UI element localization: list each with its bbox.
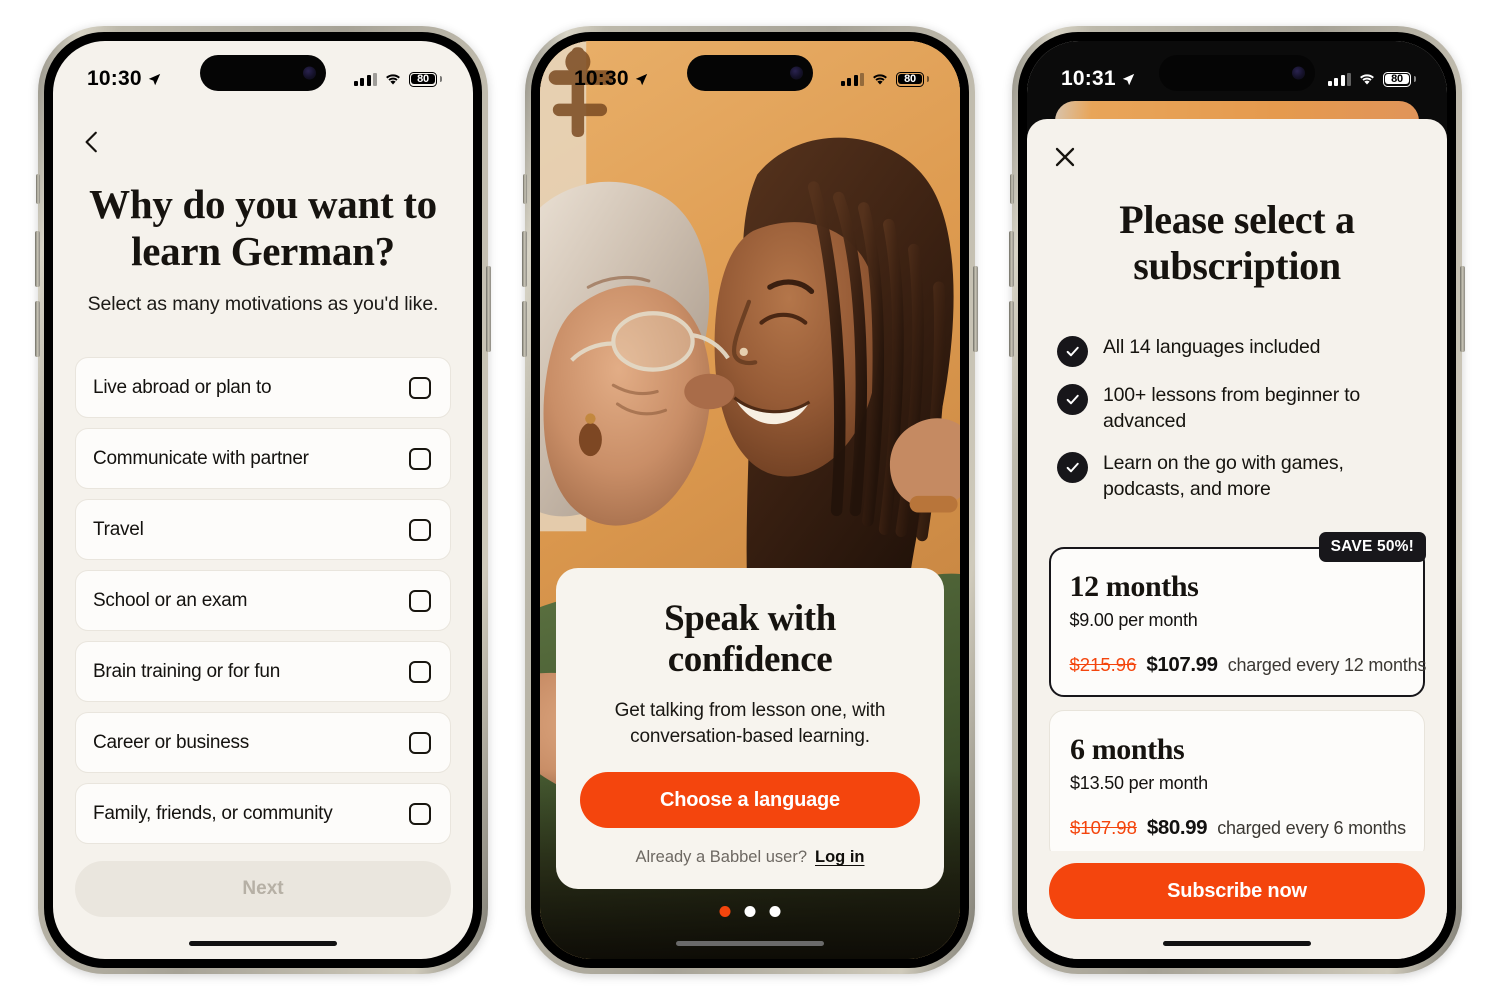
volume-up-button[interactable] — [35, 231, 40, 287]
plan-original-price: $215.96 — [1069, 653, 1137, 675]
plan-discounted-price: $80.99 — [1146, 816, 1208, 839]
benefit-label: All 14 languages included — [1103, 336, 1321, 358]
motivation-option[interactable]: Brain training or for fun — [75, 641, 451, 702]
pager-dot-2[interactable] — [744, 906, 756, 917]
subscription-sheet: Please select a subscription All 14 lang… — [1027, 119, 1447, 959]
screenshot-stage: 10:30 80 Why do you want to learn German… — [0, 0, 1500, 1000]
pager-dot-1[interactable] — [719, 906, 731, 917]
screen-paywall: 10:31 80 Please select a subscription Al… — [1027, 41, 1447, 959]
mute-switch[interactable] — [523, 174, 527, 204]
save-badge: SAVE 50%! — [1318, 532, 1426, 562]
page-title: Why do you want to learn German? — [89, 181, 437, 274]
page-title: Please select a subscription — [1119, 197, 1355, 289]
motivations-body: Why do you want to learn German? Select … — [53, 41, 473, 959]
phone-bezel: 10:30 — [44, 32, 482, 968]
motivation-option[interactable]: Family, friends, or community — [75, 783, 451, 844]
option-label: School or an exam — [93, 589, 248, 611]
option-label: Family, friends, or community — [93, 802, 333, 824]
hero-title: Speak with confidence — [664, 597, 836, 681]
plan-name: 6 months — [1070, 733, 1185, 766]
dynamic-island — [200, 55, 326, 91]
volume-up-button[interactable] — [522, 231, 527, 287]
plan-billing-note: charged every 6 months — [1217, 818, 1406, 838]
plan-price-row: $215.96 $107.99 charged every 12 months — [1069, 652, 1427, 677]
plan-price-row: $107.98 $80.99 charged every 6 months — [1070, 816, 1406, 840]
power-button[interactable] — [973, 266, 978, 352]
phone-mockup-paywall: 10:31 80 Please select a subscription Al… — [1009, 26, 1465, 974]
motivation-option[interactable]: Travel — [75, 499, 451, 560]
motivation-option[interactable]: Live abroad or plan to — [75, 357, 451, 418]
plan-billing-note: charged every 12 months — [1227, 654, 1427, 675]
pager-dot-3[interactable] — [769, 906, 781, 917]
screen-hero: 10:30 80 Speak with confidence Get talki… — [540, 41, 960, 959]
check-icon — [1057, 336, 1088, 367]
checkbox-icon[interactable] — [409, 376, 431, 399]
benefit-item: All 14 languages included — [1057, 335, 1423, 367]
chevron-left-icon[interactable] — [79, 129, 105, 155]
checkbox-icon[interactable] — [409, 802, 431, 825]
next-button[interactable]: Next — [75, 861, 451, 917]
power-button[interactable] — [486, 266, 491, 352]
plan-card-12-months[interactable]: SAVE 50%! 12 months $9.00 per month $215… — [1049, 532, 1427, 697]
check-icon — [1057, 451, 1088, 483]
close-icon[interactable] — [1053, 145, 1077, 169]
phone-bezel: 10:31 80 Please select a subscription Al… — [1018, 32, 1456, 968]
phone-mockup-hero: 10:30 80 Speak with confidence Get talki… — [522, 26, 978, 974]
plan-name: 12 months — [1069, 569, 1199, 603]
option-label: Live abroad or plan to — [93, 376, 272, 398]
option-label: Travel — [93, 518, 144, 540]
plan-list: SAVE 50%! 12 months $9.00 per month $215… — [1049, 532, 1427, 861]
volume-up-button[interactable] — [1009, 231, 1014, 287]
checkbox-icon[interactable] — [409, 731, 431, 754]
option-label: Career or business — [93, 731, 250, 753]
checkbox-icon[interactable] — [409, 518, 431, 541]
plan-discounted-price: $107.99 — [1146, 652, 1218, 676]
choose-language-button[interactable]: Choose a language — [580, 772, 920, 828]
home-indicator — [1163, 941, 1311, 946]
benefit-label: Learn on the go with games, podcasts, an… — [1103, 451, 1344, 500]
plan-monthly-price: $9.00 per month — [1069, 609, 1198, 630]
check-icon — [1057, 384, 1088, 415]
home-indicator — [676, 941, 824, 946]
plan-monthly-price: $13.50 per month — [1070, 773, 1208, 793]
page-subtitle: Select as many motivations as you'd like… — [87, 293, 439, 315]
checkbox-icon[interactable] — [409, 589, 431, 612]
motivation-options-list: Live abroad or plan to Communicate with … — [75, 357, 451, 844]
subscribe-button[interactable]: Subscribe now — [1049, 863, 1425, 919]
benefit-item: Learn on the go with games, podcasts, an… — [1057, 451, 1423, 503]
power-button[interactable] — [1460, 266, 1465, 352]
option-label: Communicate with partner — [93, 447, 309, 469]
login-link[interactable]: Log in — [815, 848, 864, 867]
benefit-label: 100+ lessons from beginner to advanced — [1103, 384, 1361, 432]
benefits-list: All 14 languages included 100+ lessons f… — [1057, 335, 1423, 503]
hero-card: Speak with confidence Get talking from l… — [556, 567, 944, 889]
mute-switch[interactable] — [1010, 174, 1014, 204]
volume-down-button[interactable] — [35, 301, 40, 357]
motivation-option[interactable]: Communicate with partner — [75, 428, 451, 489]
motivation-option[interactable]: Career or business — [75, 712, 451, 773]
benefit-item: 100+ lessons from beginner to advanced — [1057, 383, 1423, 435]
pager-dots — [719, 906, 781, 917]
mute-switch[interactable] — [36, 174, 40, 204]
volume-down-button[interactable] — [1009, 301, 1014, 357]
plan-original-price: $107.98 — [1070, 817, 1137, 838]
volume-down-button[interactable] — [522, 301, 527, 357]
dynamic-island — [1159, 55, 1315, 91]
plan-card-6-months[interactable]: 6 months $13.50 per month $107.98 $80.99… — [1049, 710, 1425, 861]
screen-motivations: 10:30 80 Why do you want to learn German… — [53, 41, 473, 959]
motivation-option[interactable]: School or an exam — [75, 570, 451, 631]
phone-mockup-motivations: 10:30 80 Why do you want to learn German… — [35, 26, 491, 974]
login-prompt: Already a Babbel user? — [635, 848, 808, 866]
hero-subtitle: Get talking from lesson one, with conver… — [614, 699, 886, 747]
checkbox-icon[interactable] — [409, 660, 431, 683]
phone-bezel: 10:30 — [531, 32, 969, 968]
login-row: Already a Babbel user? Log in — [580, 848, 920, 867]
checkbox-icon[interactable] — [409, 447, 431, 470]
dynamic-island — [687, 55, 813, 91]
option-label: Brain training or for fun — [93, 660, 281, 682]
home-indicator — [189, 941, 337, 946]
